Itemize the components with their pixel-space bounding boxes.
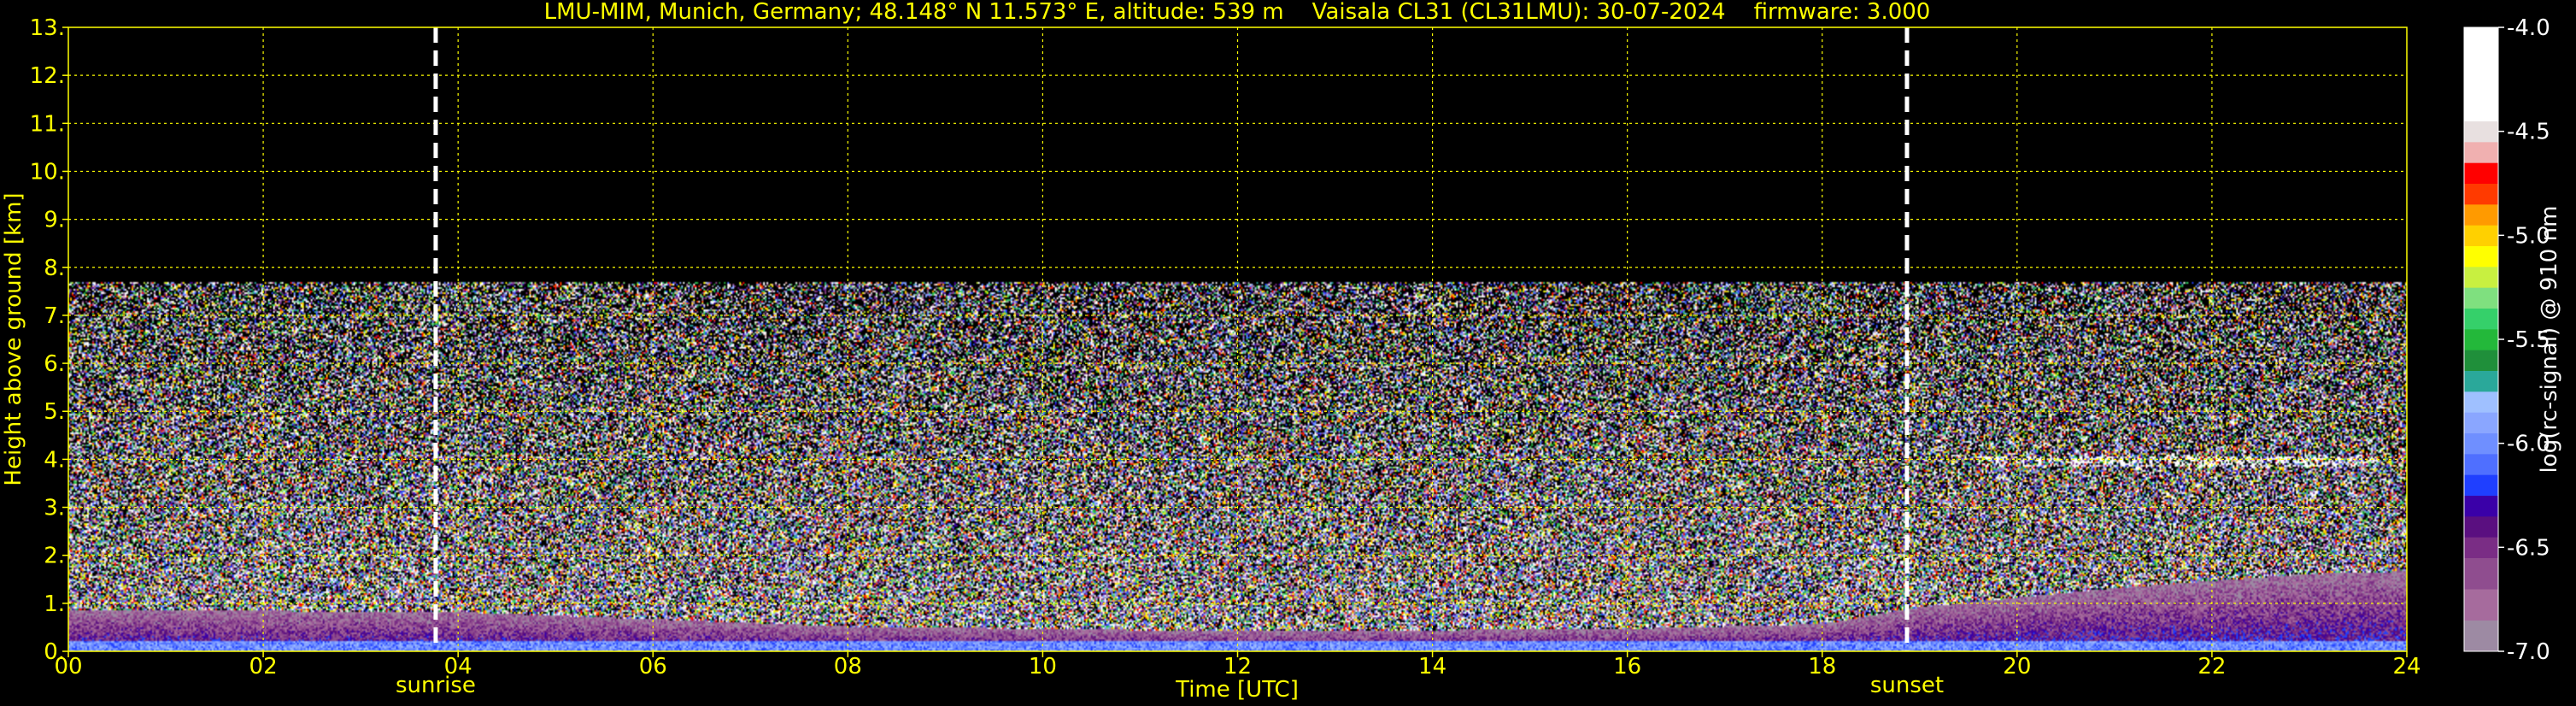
x-tick-label: 22 <box>2198 654 2226 680</box>
x-tick-label: 14 <box>1418 654 1446 680</box>
event-label-sunrise: sunrise <box>396 673 476 698</box>
plot-area <box>67 26 2408 652</box>
y-tick-label: 9. <box>44 208 65 233</box>
y-axis-label: Height above ground [km] <box>1 192 26 485</box>
colorbar-segment <box>2464 589 2498 621</box>
colorbar-segment <box>2464 350 2498 371</box>
colorbar-segment <box>2464 203 2498 226</box>
colorbar-segment <box>2464 453 2498 475</box>
y-tick-label: 8. <box>44 256 65 281</box>
colorbar-segment <box>2464 495 2498 517</box>
colorbar-segment <box>2464 328 2498 350</box>
y-axis-ticks: 0. 1. 2. 3. 4. 5. 6. 7. 8. 9. 10. 11. 12. 13. <box>30 15 68 665</box>
event-label-sunset: sunset <box>1870 673 1944 698</box>
colorbar-segment <box>2464 391 2498 413</box>
x-tick-label: 06 <box>639 654 667 680</box>
x-axis-label: Time [UTC] <box>1175 677 1299 703</box>
y-tick-label: 13. <box>30 15 65 41</box>
colorbar-segment <box>2464 412 2498 433</box>
x-tick-label: 10 <box>1029 654 1057 680</box>
colorbar-tick-label: -4.0 <box>2507 15 2550 41</box>
x-tick-label: 18 <box>1808 654 1836 680</box>
y-tick-label: 6. <box>44 351 65 377</box>
colorbar-segment <box>2464 308 2498 330</box>
y-tick-label: 1. <box>44 591 65 617</box>
x-tick-label: 16 <box>1613 654 1641 680</box>
x-tick-label: 02 <box>249 654 278 680</box>
colorbar-tick-label: -6.5 <box>2507 535 2550 561</box>
colorbar-segment <box>2464 515 2498 538</box>
colorbar-segment <box>2464 557 2498 590</box>
x-tick-label: 20 <box>2003 654 2031 680</box>
colorbar-tick-label: -7.0 <box>2507 639 2550 665</box>
colorbar-segment <box>2464 474 2498 496</box>
ceilometer-chart: LMU-MIM, Munich, Germany; 48.148° N 11.5… <box>1 0 2562 703</box>
x-tick-label: 08 <box>834 654 862 680</box>
colorbar-segment <box>2464 141 2498 163</box>
chart-title: LMU-MIM, Munich, Germany; 48.148° N 11.5… <box>544 0 1931 25</box>
colorbar-segment <box>2464 121 2498 143</box>
colorbar-segment <box>2464 245 2498 268</box>
colorbar: -4.0-4.5-5.0-5.5-6.0-6.5-7.0 log(rc-sign… <box>2463 15 2562 665</box>
colorbar-label: log(rc-signal) @ 910 nm <box>2537 206 2562 474</box>
y-tick-label: 4. <box>44 447 65 473</box>
colorbar-segment <box>2464 162 2498 184</box>
colorbar-segment <box>2464 27 2498 121</box>
colorbar-segment <box>2464 432 2498 455</box>
y-tick-label: 7. <box>44 303 65 329</box>
y-tick-label: 3. <box>44 496 65 521</box>
x-tick-label: 12 <box>1223 654 1252 680</box>
y-tick-label: 5. <box>44 399 65 425</box>
colorbar-segment <box>2464 370 2498 392</box>
colorbar-segment <box>2464 287 2498 309</box>
x-tick-label: 24 <box>2392 654 2421 680</box>
y-tick-label: 0. <box>44 639 65 665</box>
y-tick-label: 11. <box>30 111 65 137</box>
y-tick-label: 12. <box>30 63 65 89</box>
colorbar-segment <box>2464 266 2498 288</box>
colorbar-tick-label: -4.5 <box>2507 120 2550 145</box>
y-tick-label: 10. <box>30 159 65 185</box>
colorbar-segment <box>2464 183 2498 205</box>
colorbar-segments <box>2464 27 2498 652</box>
event-labels: sunrise sunset <box>396 673 1944 698</box>
colorbar-segment <box>2464 620 2498 652</box>
colorbar-segment <box>2464 225 2498 246</box>
colorbar-segment <box>2464 537 2498 558</box>
y-tick-label: 2. <box>44 544 65 569</box>
